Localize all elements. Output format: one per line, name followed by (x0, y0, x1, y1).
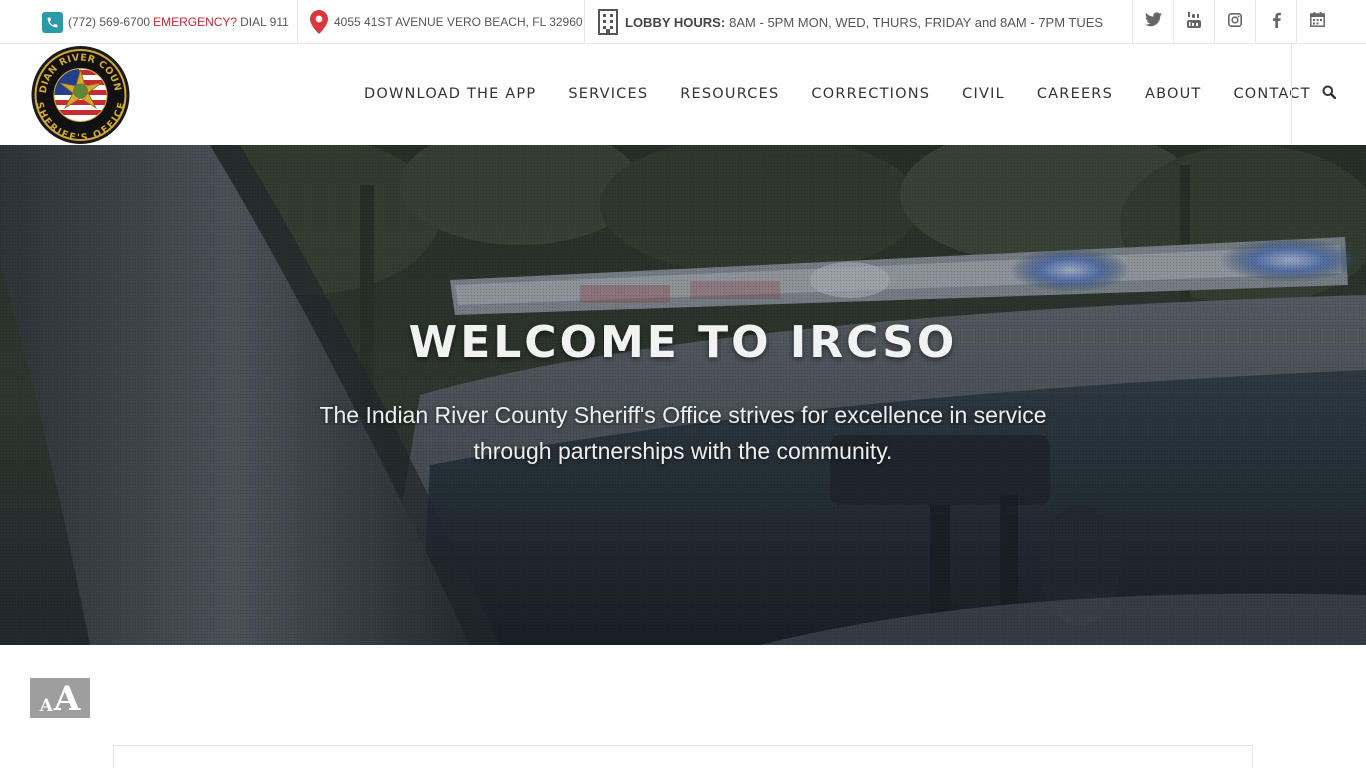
phone-contact: (772) 569-6700 EMERGENCY? DIAL 911 (42, 0, 289, 44)
divider (584, 0, 585, 44)
nav-item-civil[interactable]: CIVIL (946, 86, 1021, 102)
instagram-icon (1228, 12, 1242, 32)
hero-banner: WELCOME TO IRCSO The Indian River County… (0, 145, 1366, 645)
building-icon (597, 9, 619, 35)
address-text[interactable]: 4055 41ST AVENUE VERO BEACH, FL 32960 (334, 15, 583, 29)
hours-label: LOBBY HOURS: (625, 14, 726, 30)
main-nav: DOWNLOAD THE APP SERVICES RESOURCES CORR… (348, 44, 1327, 144)
address-contact: 4055 41ST AVENUE VERO BEACH, FL 32960 (310, 0, 583, 44)
nav-item-download-app[interactable]: DOWNLOAD THE APP (348, 86, 552, 102)
facebook-icon (1272, 12, 1281, 33)
hero-background-image (0, 145, 1366, 645)
nav-item-services[interactable]: SERVICES (552, 86, 664, 102)
site-header: INDIAN RIVER COUNTY SHERIFF'S OFFICE DOW… (0, 38, 1366, 145)
top-info-bar: (772) 569-6700 EMERGENCY? DIAL 911 4055 … (0, 0, 1366, 44)
hero-subtitle: The Indian River County Sheriff's Office… (319, 402, 1047, 464)
youtube-link[interactable] (1173, 0, 1214, 44)
map-pin-icon (310, 10, 328, 34)
nav-item-corrections[interactable]: CORRECTIONS (795, 86, 946, 102)
nav-item-resources[interactable]: RESOURCES (664, 86, 795, 102)
search-button[interactable] (1291, 44, 1366, 144)
emergency-dial-text: DIAL 911 (240, 15, 289, 29)
facebook-link[interactable] (1255, 0, 1296, 44)
search-icon (1322, 85, 1337, 104)
lobby-hours: LOBBY HOURS: 8AM - 5PM MON, WED, THURS, … (597, 0, 1103, 44)
calendar-link[interactable] (1296, 0, 1337, 44)
instagram-link[interactable] (1214, 0, 1255, 44)
divider (297, 0, 298, 44)
content-panel (113, 745, 1253, 768)
calendar-icon (1309, 12, 1325, 32)
youtube-icon (1187, 11, 1201, 33)
font-size-big-letter: A (53, 679, 81, 719)
emergency-label: EMERGENCY? (153, 15, 238, 29)
font-size-small-letter: A (39, 696, 53, 716)
sheriff-badge-logo[interactable]: INDIAN RIVER COUNTY SHERIFF'S OFFICE (25, 38, 131, 144)
font-size-toggle-button[interactable]: A A (30, 678, 90, 718)
twitter-icon (1144, 12, 1162, 32)
phone-number[interactable]: (772) 569-6700 (68, 15, 150, 29)
hours-value: 8AM - 5PM MON, WED, THURS, FRIDAY and 8A… (729, 14, 1104, 30)
nav-item-careers[interactable]: CAREERS (1021, 86, 1129, 102)
nav-item-about[interactable]: ABOUT (1129, 86, 1218, 102)
hero-title: WELCOME TO IRCSO (408, 317, 958, 368)
phone-icon (42, 11, 63, 33)
twitter-link[interactable] (1132, 0, 1173, 44)
